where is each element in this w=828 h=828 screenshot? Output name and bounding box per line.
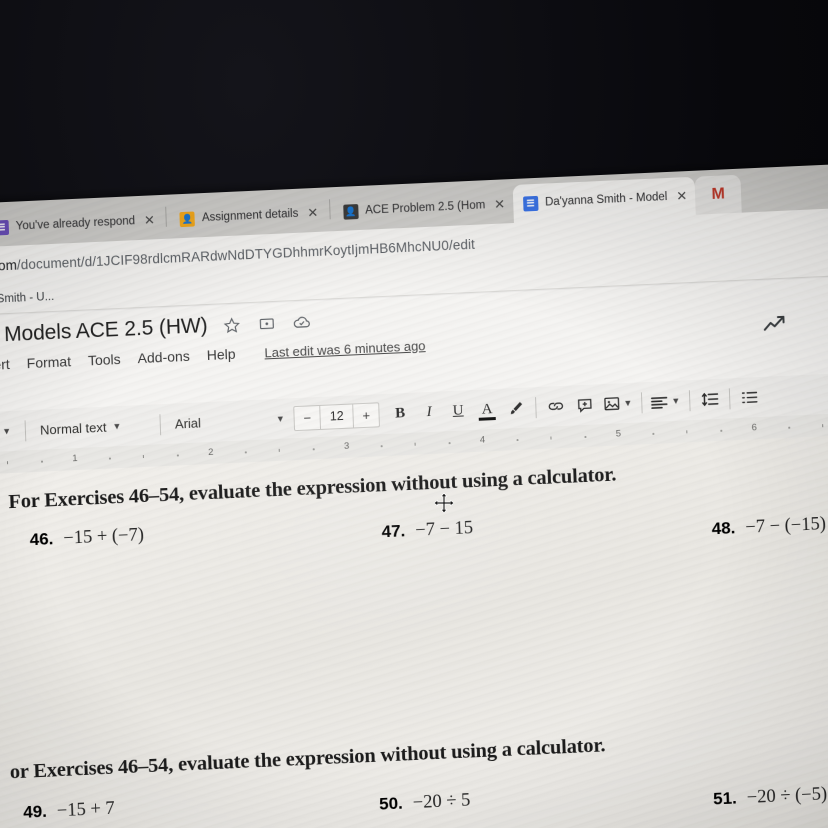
font-size-stepper[interactable]: − 12 + xyxy=(293,401,381,431)
exercise-number: 50. xyxy=(378,793,404,814)
menu-item-insert[interactable]: Insert xyxy=(0,356,10,374)
increase-font-size-button[interactable]: + xyxy=(353,403,379,427)
checklist-icon[interactable] xyxy=(735,383,765,412)
star-icon[interactable] xyxy=(221,314,243,336)
menu-item-format[interactable]: Format xyxy=(26,353,71,371)
toolbar-divider xyxy=(641,391,643,413)
exercise-expression: −20 ÷ 5 xyxy=(412,790,471,814)
exercise-number: 49. xyxy=(22,801,48,822)
exercise-47: 47. −7 − 15 xyxy=(381,518,473,543)
menu-item-addons[interactable]: Add-ons xyxy=(137,348,190,366)
add-comment-icon[interactable] xyxy=(570,390,600,419)
font-family-selector[interactable]: Arial ▼ xyxy=(165,404,294,438)
exercise-number: 47. xyxy=(381,521,406,542)
bookmark-item-0[interactable]: Da'yanna Smith - U... xyxy=(0,290,54,307)
tab-divider xyxy=(165,206,168,227)
move-cursor xyxy=(433,492,455,514)
paragraph-style-selector[interactable]: Normal text ▼ xyxy=(31,410,156,444)
tab-title-0: You've already respond xyxy=(15,215,136,233)
tab-title-1: Assignment details xyxy=(201,207,299,225)
zoom-selector[interactable]: 100% ▼ xyxy=(0,417,21,448)
decrease-font-size-button[interactable]: − xyxy=(294,405,320,429)
classroom-icon: 👤 xyxy=(342,203,359,220)
toolbar-divider xyxy=(728,387,731,409)
chevron-down-icon[interactable]: ▼ xyxy=(623,398,632,408)
ruler-number-1: 1 xyxy=(72,453,78,465)
highlighter-icon[interactable] xyxy=(501,393,531,422)
classroom-icon: 👤 xyxy=(179,210,196,227)
browser-window: ✕ ☰ You've already respond ✕ 👤 Assignmen… xyxy=(0,161,828,828)
menu-item-tools[interactable]: Tools xyxy=(88,351,121,368)
font-size-value[interactable]: 12 xyxy=(319,403,355,429)
toolbar-divider xyxy=(535,396,537,418)
ruler-number-5: 5 xyxy=(615,428,622,440)
tab-title-3: Da'yanna Smith - Model xyxy=(544,191,668,209)
tab-divider xyxy=(328,199,331,220)
exercise-expression: −7 − (−15) xyxy=(745,514,827,538)
italic-button[interactable]: I xyxy=(414,397,444,426)
chevron-down-icon[interactable]: ▼ xyxy=(671,396,680,406)
toolbar-divider xyxy=(159,413,162,435)
ruler-number-2: 2 xyxy=(207,446,214,459)
line-spacing-icon[interactable] xyxy=(695,385,725,414)
exercise-expression: −7 − 15 xyxy=(414,518,474,541)
exercise-expression: −15 + (−7) xyxy=(63,525,145,549)
ruler-number-6: 6 xyxy=(751,422,758,434)
chevron-down-icon: ▼ xyxy=(2,426,12,437)
exercise-49: 49. −15 + 7 xyxy=(23,799,115,824)
exercise-50: 50. −20 ÷ 5 xyxy=(379,791,471,816)
bold-button[interactable]: B xyxy=(385,399,415,428)
forms-icon: ☰ xyxy=(0,219,10,236)
tab-title-2: ACE Problem 2.5 (Hom xyxy=(364,199,486,217)
docs-icon: ☰ xyxy=(522,195,539,212)
tab-close-icon-2[interactable]: ✕ xyxy=(307,205,318,221)
font-family-value: Arial xyxy=(174,414,202,432)
exercise-number: 46. xyxy=(29,529,54,550)
document-body[interactable]: For Exercises 46–54, evaluate the expres… xyxy=(0,432,828,828)
tab-close-icon-3[interactable]: ✕ xyxy=(494,196,505,212)
menu-item-help[interactable]: Help xyxy=(206,346,235,363)
ruler-number-4: 4 xyxy=(479,434,486,446)
toolbar-divider xyxy=(688,389,691,411)
underline-button[interactable]: U xyxy=(443,396,473,425)
chevron-down-icon: ▼ xyxy=(112,421,122,432)
cloud-status-icon[interactable] xyxy=(291,311,313,333)
text-color-button[interactable]: A xyxy=(472,395,502,424)
tab-close-icon-1[interactable]: ✕ xyxy=(144,212,155,228)
exercise-expression: −15 + 7 xyxy=(56,798,116,822)
trending-up-icon[interactable] xyxy=(762,314,787,338)
exercise-expression: −20 ÷ (−5) xyxy=(746,784,828,809)
browser-tab-4-partial[interactable]: M xyxy=(694,174,742,215)
url-host: google.com xyxy=(0,257,18,276)
exercise-number: 48. xyxy=(711,518,736,539)
text-format-group: B I U A xyxy=(385,393,531,428)
gmail-icon: M xyxy=(711,185,726,203)
screenshot-root: ✕ ☰ You've already respond ✕ 👤 Assignmen… xyxy=(0,0,828,828)
paragraph-style-value: Normal text xyxy=(39,419,107,438)
last-edit-link[interactable]: Last edit was 6 minutes ago xyxy=(264,338,426,360)
chevron-down-icon: ▼ xyxy=(275,413,285,424)
exercise-number: 51. xyxy=(712,788,738,809)
align-left-icon[interactable] xyxy=(647,387,672,416)
toolbar-divider xyxy=(24,419,27,441)
ruler-number-3: 3 xyxy=(343,440,350,452)
insert-image-icon[interactable] xyxy=(599,389,624,418)
link-icon[interactable] xyxy=(541,392,571,421)
tab-close-icon-4[interactable]: ✕ xyxy=(676,188,687,204)
move-to-folder-icon[interactable] xyxy=(256,312,278,334)
